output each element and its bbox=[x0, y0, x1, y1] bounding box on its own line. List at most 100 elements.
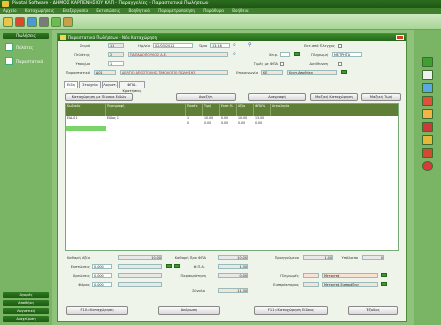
folder-icon[interactable] bbox=[3, 17, 13, 27]
series-field[interactable]: 11 bbox=[108, 43, 124, 48]
sidebar-section-purchases[interactable]: Αγορές bbox=[3, 292, 49, 298]
table-row[interactable]: 0 0.00 0.00 0.00 0.00 bbox=[66, 121, 398, 126]
stop-icon[interactable] bbox=[422, 122, 433, 132]
window-title-bar: Παραστατικά Πωλήσεων - Νέα Καταχώρηση bbox=[58, 34, 406, 41]
excluded-checkbox[interactable] bbox=[338, 44, 342, 48]
collector-button[interactable] bbox=[381, 282, 387, 286]
menu-tools[interactable]: Βοηθητικά bbox=[128, 8, 149, 13]
lookup-icon[interactable]: ⌕ bbox=[233, 52, 236, 57]
save-icon[interactable] bbox=[27, 17, 37, 27]
vat-prices-label: Τιμές με ΦΠΑ bbox=[253, 62, 278, 66]
address-checkbox[interactable] bbox=[338, 62, 342, 66]
pdf-icon[interactable] bbox=[422, 96, 433, 106]
sidebar-section-admin[interactable]: Διαχείριση bbox=[3, 316, 49, 322]
search-button[interactable]: Αναζήτ. bbox=[176, 93, 236, 101]
col-value[interactable]: Αξία bbox=[237, 104, 254, 116]
collector-field[interactable]: Μετρητά Εισπράξεις bbox=[322, 282, 378, 287]
delivery-field[interactable]: 1 bbox=[108, 61, 124, 66]
tab-vat[interactable]: ΦΠΑ-Κρατήσεις bbox=[119, 81, 145, 93]
f11-save-item-button[interactable]: F11=Καταχώρηση Είδους bbox=[254, 306, 328, 315]
warehouse-button[interactable] bbox=[341, 70, 347, 74]
menu-entries[interactable]: Καταχωρήσεις bbox=[25, 8, 54, 13]
items-catalog-button[interactable]: Καταχώρηση με Πίνακα Ειδών bbox=[65, 93, 133, 101]
window-close-icon[interactable] bbox=[396, 35, 404, 40]
payments-field[interactable]: Μετρητά bbox=[322, 273, 378, 278]
cell: 0.00 bbox=[255, 121, 263, 125]
document-window: Παραστατικά Πωλήσεων - Νέα Καταχώρηση Σε… bbox=[57, 33, 407, 322]
lock-icon[interactable] bbox=[422, 135, 433, 145]
col-qty[interactable]: Ποσότ. bbox=[186, 104, 203, 116]
menu-edit[interactable]: Επεξεργασία bbox=[63, 8, 89, 13]
menu-windows[interactable]: Παράθυρα bbox=[203, 8, 224, 13]
sidebar-item-customers[interactable]: Πελάτες bbox=[3, 41, 49, 54]
collector-code[interactable] bbox=[303, 282, 319, 287]
inventory-field[interactable] bbox=[280, 52, 290, 57]
edit-charges-button[interactable] bbox=[174, 264, 180, 268]
col-price[interactable]: Τιμή bbox=[203, 104, 220, 116]
menu-settings[interactable]: Παραμετροποίηση bbox=[158, 8, 195, 13]
close-icon[interactable] bbox=[422, 161, 433, 171]
items-grid[interactable]: Κωδικός Περιγραφή Ποσότ. Τιμή Εκπτ.% Αξί… bbox=[65, 103, 399, 251]
print-icon[interactable] bbox=[39, 17, 49, 27]
bulk-entry-button[interactable]: Μαζική Καταχώρηση bbox=[310, 93, 358, 101]
charges-field[interactable]: 0.000 bbox=[92, 273, 112, 278]
document-icon[interactable] bbox=[422, 70, 433, 80]
col-vat[interactable]: ΦΠΑ% bbox=[254, 104, 271, 116]
exit-button[interactable]: Έξοδος bbox=[348, 306, 398, 315]
vat-prices-checkbox[interactable] bbox=[280, 62, 284, 66]
warehouse-label: Επικοινωνία bbox=[236, 71, 258, 75]
new-icon[interactable] bbox=[422, 57, 433, 67]
net-label: Καθαρή Αξία bbox=[66, 256, 90, 260]
delete-button[interactable]: Διαγραφή bbox=[248, 93, 306, 101]
col-discount[interactable]: Εκπτ.% bbox=[220, 104, 237, 116]
warehouse-name[interactable]: Κεντ.Αποθήκη bbox=[287, 70, 337, 75]
time-label: Ώρα bbox=[199, 44, 207, 48]
doc-type-label: Παραστατικό bbox=[65, 71, 90, 75]
recalc-button[interactable] bbox=[166, 264, 172, 268]
col-description[interactable]: Περιγραφή bbox=[106, 104, 186, 116]
sidebar-header[interactable]: Πωλήσεις bbox=[3, 33, 49, 39]
print-icon[interactable] bbox=[422, 148, 433, 158]
sidebar-section-accounting[interactable]: Λογιστική bbox=[3, 308, 49, 314]
close-icon[interactable] bbox=[15, 17, 25, 27]
doc-type-code[interactable]: Δ01 bbox=[94, 70, 116, 75]
payments-button[interactable] bbox=[381, 273, 387, 277]
sidebar-item-label: Πελάτες bbox=[16, 45, 34, 50]
col-reason[interactable]: Αιτιολογία bbox=[271, 104, 398, 116]
bulk-price-button[interactable]: Μαζική Τιμή bbox=[361, 93, 401, 101]
date-field[interactable]: 02/03/2012 bbox=[153, 43, 193, 48]
menu-help[interactable]: Βοήθεια bbox=[232, 8, 248, 13]
cancel-button[interactable]: Ακύρωση bbox=[158, 306, 220, 315]
calculator-icon[interactable] bbox=[63, 17, 73, 27]
discount-field[interactable]: 0.000 bbox=[92, 264, 112, 269]
search-icon[interactable]: ⌕ bbox=[233, 43, 236, 48]
payments-code[interactable] bbox=[303, 273, 319, 278]
f10-save-button[interactable]: F10=Καταχώρηση bbox=[66, 306, 128, 315]
menu-file[interactable]: Αρχείο bbox=[3, 8, 17, 13]
customer-code-field[interactable]: 2 bbox=[108, 52, 124, 57]
col-code[interactable]: Κωδικός bbox=[66, 104, 106, 116]
refresh-icon[interactable] bbox=[51, 17, 61, 27]
customer-name-field[interactable]: ΠΑΠΑΔΟΠΟΥΛΟΣ Α.Ε. bbox=[128, 52, 228, 57]
copy-icon[interactable] bbox=[422, 83, 433, 93]
warehouse-code[interactable]: ΚΕ bbox=[261, 70, 283, 75]
tab-details[interactable]: Στοιχεία bbox=[79, 81, 101, 88]
tab-accounting[interactable]: Λογιστ. bbox=[102, 81, 118, 88]
time-field[interactable]: 13:16 bbox=[210, 43, 230, 48]
payments-label: Πληρωμές bbox=[280, 274, 299, 278]
menu-print[interactable]: Εκτυπώσεις bbox=[96, 8, 120, 13]
vat-amount-label: Φ.Π.Α. bbox=[193, 265, 205, 269]
key-icon[interactable]: ⚲ bbox=[248, 43, 252, 48]
doc-type-name[interactable]: ΔΕΛΤΙΟ ΑΠΟΣΤΟΛΗΣ-ΤΙΜΟΛΟΓΙΟ ΠΩΛΗΣΗΣ bbox=[120, 70, 228, 75]
tax-field[interactable]: 0.000 bbox=[92, 282, 112, 287]
payment-field[interactable]: ΜΕΤΡΗΤΑ bbox=[332, 52, 362, 57]
selected-row-indicator[interactable] bbox=[66, 126, 106, 131]
sidebar-section-warehouse[interactable]: Αποθήκη bbox=[3, 300, 49, 306]
inventory-button[interactable] bbox=[294, 52, 300, 56]
vat-amount-field: 1.30 bbox=[218, 264, 248, 269]
folder-icon[interactable] bbox=[422, 109, 433, 119]
sidebar-item-label: Παραστατικά bbox=[16, 59, 44, 64]
sidebar-item-documents[interactable]: Παραστατικά bbox=[3, 55, 49, 68]
tab-items[interactable]: Είδη bbox=[64, 81, 78, 88]
taxable-label: Καθαρή Προ ΦΠΑ bbox=[174, 256, 206, 260]
